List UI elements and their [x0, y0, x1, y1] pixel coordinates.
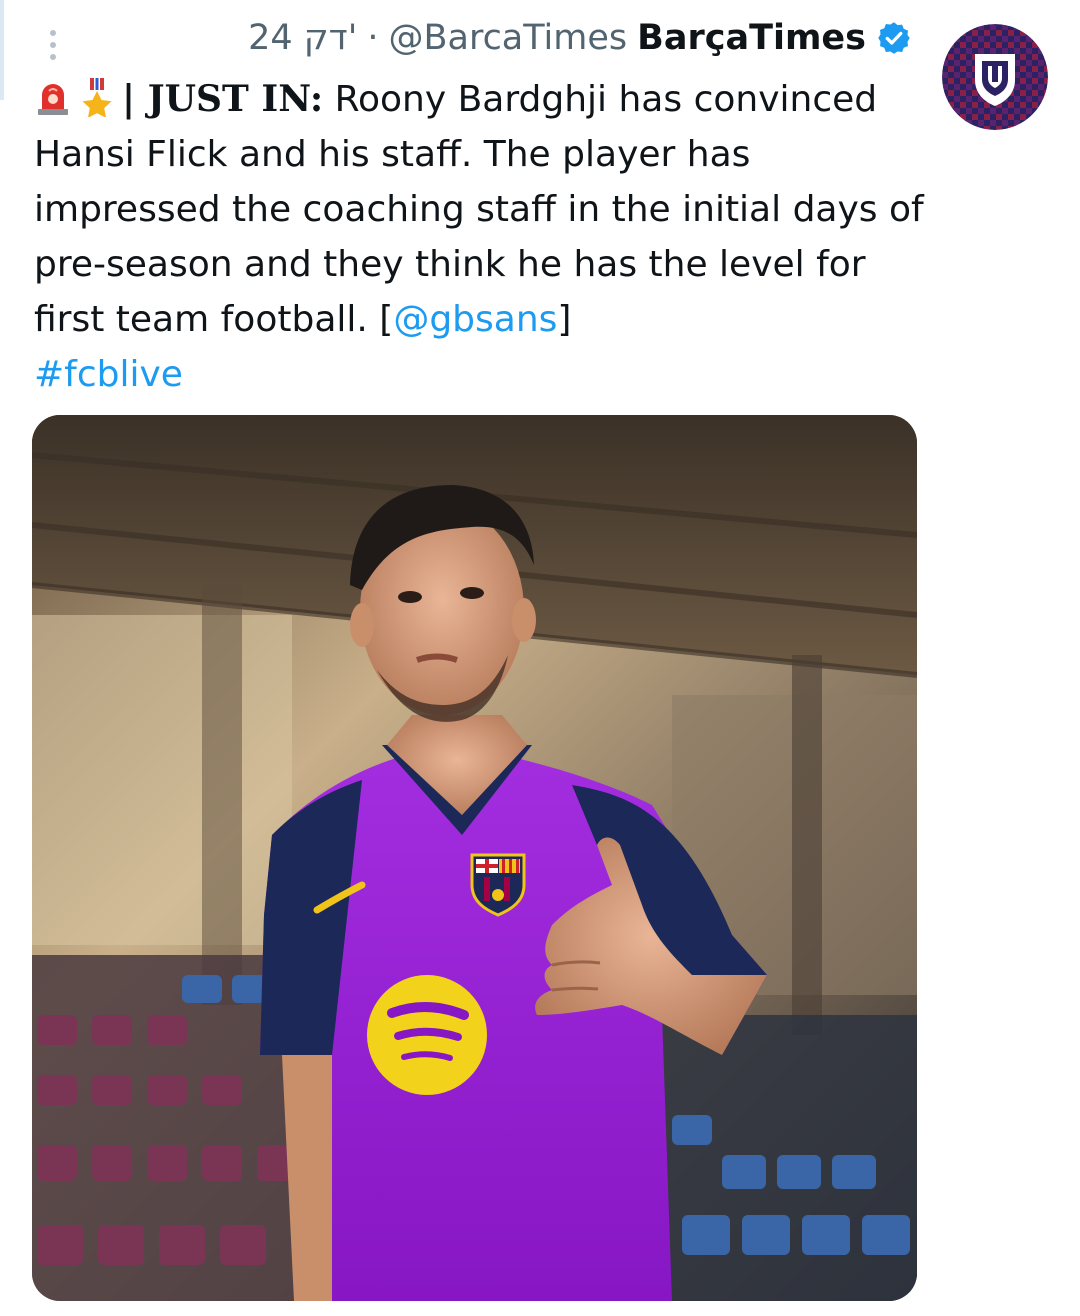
lead-label: | JUST IN: — [122, 78, 324, 120]
tweet-media-photo[interactable] — [32, 415, 917, 1301]
siren-emoji — [38, 84, 68, 115]
tweet[interactable]: 24 דק' · @BarcaTimes BarçaTimes | JUST I… — [0, 0, 1080, 1316]
display-name[interactable]: BarçaTimes — [637, 18, 866, 58]
barcatimes-logo — [942, 24, 1048, 130]
mention-link[interactable]: @gbsans — [393, 299, 557, 340]
hashtag-link[interactable]: #fcblive — [34, 354, 183, 395]
tweet-timestamp[interactable]: 24 דק' — [248, 18, 357, 58]
header-separator: · — [367, 18, 379, 58]
player-photo — [32, 415, 917, 1301]
verified-badge-icon — [878, 22, 910, 54]
thread-connector — [0, 0, 4, 100]
tweet-body-text-end: ] — [557, 299, 572, 340]
tweet-text: | JUST IN: Roony Bardghji has convinced … — [34, 72, 924, 402]
more-vertical-icon[interactable] — [40, 26, 66, 64]
avatar[interactable] — [942, 24, 1048, 130]
medal-emoji — [82, 78, 112, 117]
tweet-header: 24 דק' · @BarcaTimes BarçaTimes — [248, 18, 912, 58]
user-handle[interactable]: @BarcaTimes — [388, 18, 627, 58]
